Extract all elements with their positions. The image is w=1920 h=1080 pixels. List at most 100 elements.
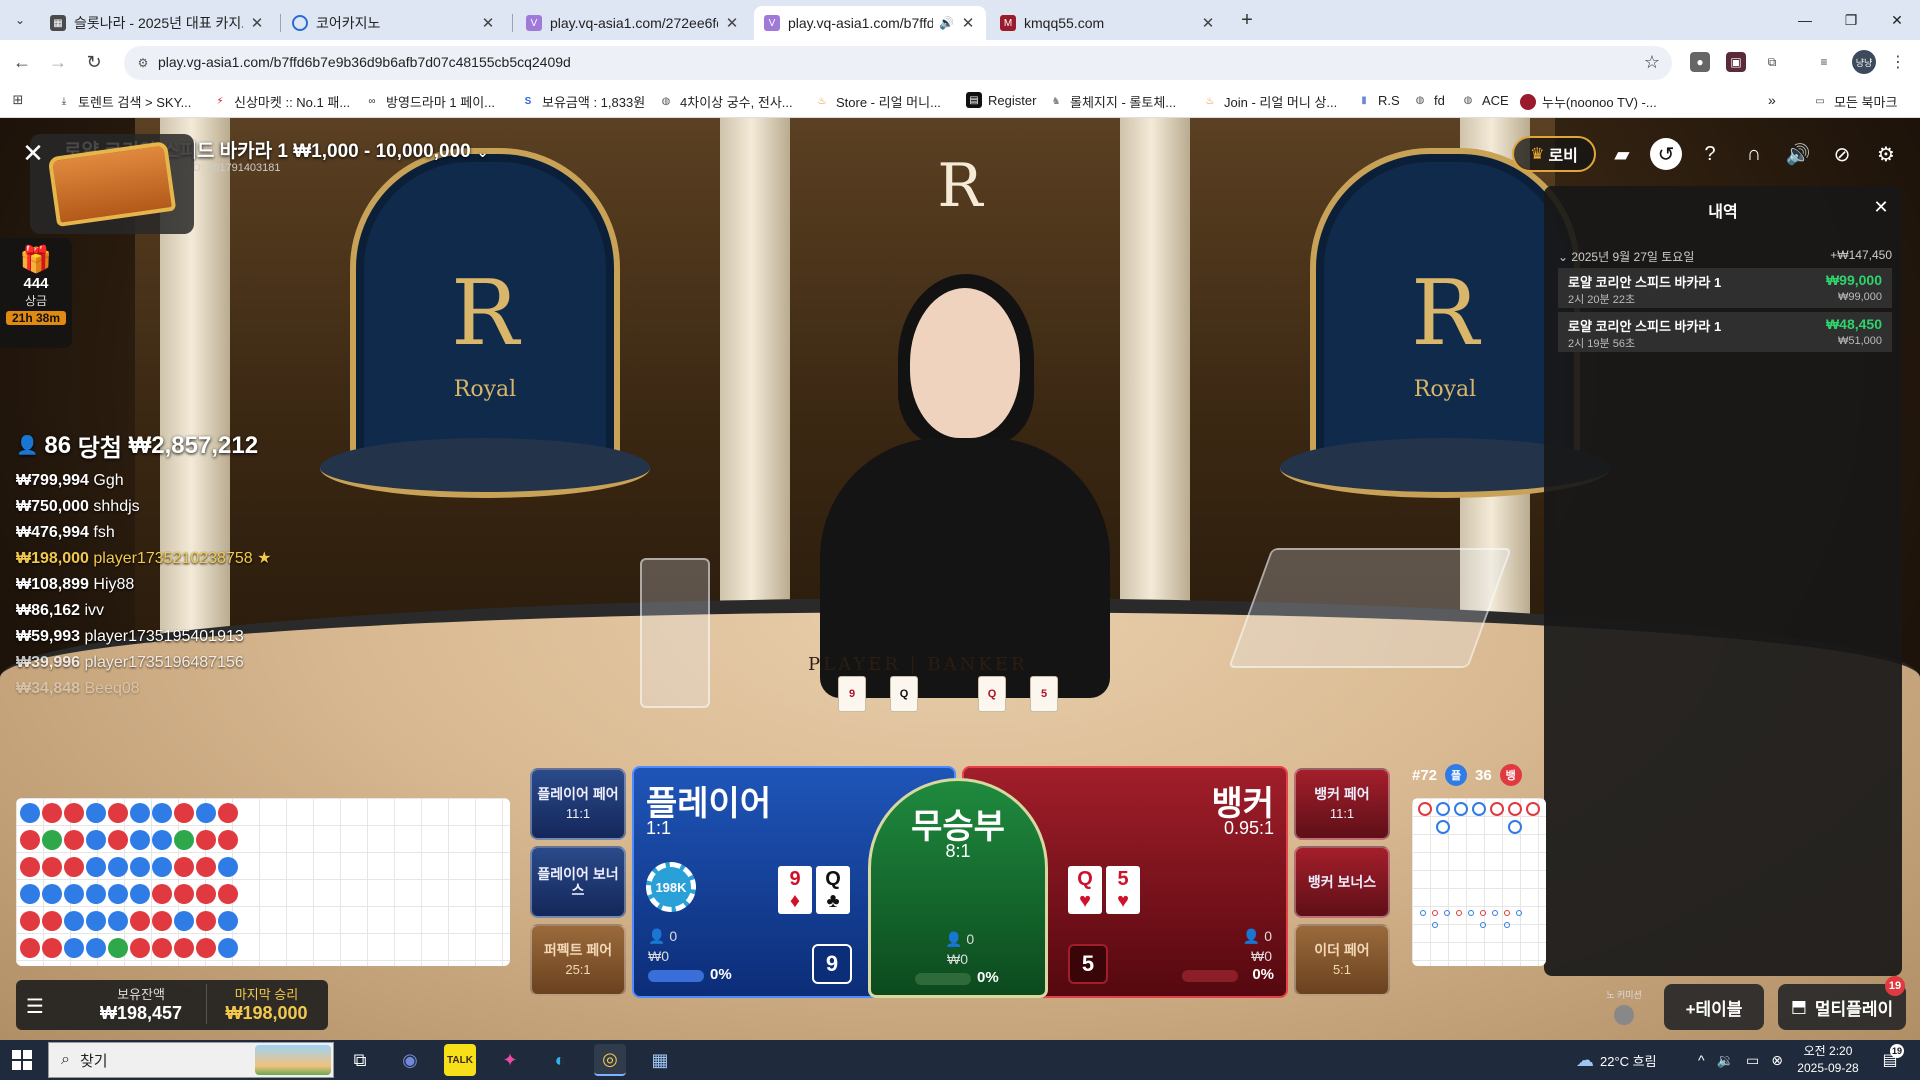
bookmark-3[interactable]: S 보유금액 : 1,833원 xyxy=(520,92,646,111)
bookmark-favicon-icon: ⚡ xyxy=(216,96,224,107)
tab-title: play.vq-asia1.com/b7ffd6b xyxy=(788,15,934,31)
network-icon[interactable]: ▭ xyxy=(1746,1052,1759,1069)
back-arrow-icon[interactable]: ← xyxy=(10,50,34,74)
bookmark-0[interactable]: ⤓ 토렌트 검색 > SKY... xyxy=(56,92,192,111)
banker-amount: ₩0 xyxy=(1251,948,1272,964)
settings-gear-icon[interactable]: ⚙ xyxy=(1870,138,1902,170)
bookmark-star-icon[interactable]: ☆ xyxy=(1644,52,1660,73)
tab-search-chevron-icon[interactable]: ⌄ xyxy=(8,8,32,32)
road-bead xyxy=(130,938,150,958)
bookmark-1[interactable]: ⚡ 신상마켓 :: No.1 패... xyxy=(212,92,350,111)
history-icon[interactable]: ↺ xyxy=(1650,138,1682,170)
chat-icon[interactable]: ▰ xyxy=(1606,138,1638,170)
media-control-icon[interactable]: ≡ xyxy=(1814,52,1834,72)
volume-icon[interactable]: 🔊 xyxy=(1782,138,1814,170)
close-game-icon[interactable]: ✕ xyxy=(20,138,46,168)
all-bookmarks[interactable]: ▭ 모든 북마크 xyxy=(1812,92,1897,111)
copilot-icon[interactable]: ✦ xyxy=(494,1044,526,1076)
reload-icon[interactable]: ↻ xyxy=(82,50,106,74)
more-bookmarks-icon[interactable]: » xyxy=(1768,92,1776,108)
balance-value: ₩198,457 xyxy=(99,1003,183,1023)
history-item[interactable]: 로얄 코리안 스피드 바카라 1 ₩48,450 2시 19분 56초 ₩51,00… xyxy=(1558,312,1892,352)
bookmarks-bar: ⊞ ⤓ 토렌트 검색 > SKY... ⚡ 신상마켓 :: No.1 패... ∞ 방… xyxy=(0,84,1920,118)
bookmark-6[interactable]: ▤ Register xyxy=(966,92,1036,108)
player-pair-bet[interactable]: 플레이어 페어 11:1 xyxy=(530,768,626,840)
tab-close-icon[interactable]: ✕ xyxy=(960,14,976,32)
tab-close-icon[interactable]: ✕ xyxy=(724,14,740,32)
gift-label: 상금 xyxy=(24,294,48,308)
extension-icon[interactable]: ● xyxy=(1690,52,1710,72)
prize-gift-widget[interactable]: 🎁 444 상금 21h 38m xyxy=(0,238,72,348)
no-commission-toggle[interactable]: 노 커미션 xyxy=(1602,988,1646,1025)
tie-bet-spot[interactable]: 무승부 8:1 👤 0 ₩0 0% xyxy=(868,778,1048,998)
history-date-group[interactable]: ⌄ 2025년 9월 27일 토요일 +₩147,450 xyxy=(1558,248,1892,265)
kakaotalk-icon[interactable]: TALK xyxy=(444,1044,476,1076)
help-icon[interactable]: ? xyxy=(1694,138,1726,170)
headset-icon[interactable]: ∩ xyxy=(1738,138,1770,170)
forward-arrow-icon[interactable]: → xyxy=(46,50,70,74)
banker-bonus-bet[interactable]: 뱅커 보너스 xyxy=(1294,846,1390,918)
browser-menu-icon[interactable]: ⋮ xyxy=(1888,52,1908,72)
browser-tab-kmqq55[interactable]: M kmqq55.com ✕ xyxy=(990,6,1226,40)
browser-tab-vq-asia-1[interactable]: V play.vq-asia1.com/272ee6fd3a ✕ xyxy=(516,6,750,40)
tie-bettors: 0 xyxy=(966,931,975,947)
bookmark-4[interactable]: ◍ 4차이상 궁수, 전사... xyxy=(658,92,793,111)
history-date-total: +₩147,450 xyxy=(1830,248,1892,262)
tab-close-icon[interactable]: ✕ xyxy=(249,14,265,32)
new-tab-plus-icon[interactable]: + xyxy=(1235,8,1259,32)
lobby-button[interactable]: ♛ 로비 xyxy=(1512,136,1596,172)
browser-tab-vq-asia-2-active[interactable]: V play.vq-asia1.com/b7ffd6b 🔊 ✕ xyxy=(754,6,986,40)
discord-icon[interactable]: ◉ xyxy=(394,1044,426,1076)
tab-close-icon[interactable]: ✕ xyxy=(1200,14,1216,32)
bookmark-8[interactable]: ♨ Join - 리얼 머니 상... xyxy=(1202,92,1338,111)
clock[interactable]: 오전 2:20 2025-09-28 xyxy=(1788,1043,1868,1077)
notification-icon[interactable]: ▤ 19 xyxy=(1880,1044,1904,1070)
windows-start-icon[interactable] xyxy=(12,1050,32,1070)
big-roadmap[interactable] xyxy=(1412,798,1546,966)
add-table-button[interactable]: +테이블 xyxy=(1664,984,1764,1030)
extensions-puzzle-icon[interactable]: ⧉ xyxy=(1762,52,1782,72)
address-bar[interactable]: ⚙ play.vg-asia1.com/b7ffd6b7e9b36d9b6afb… xyxy=(124,46,1672,80)
bead-roadmap[interactable] xyxy=(16,798,510,966)
calculator-icon[interactable]: ▦ xyxy=(644,1044,676,1076)
perfect-pair-bet[interactable]: 퍼펙트 페어 25:1 xyxy=(530,924,626,996)
bookmark-5[interactable]: ♨ Store - 리얼 머니... xyxy=(814,92,941,111)
road-bead xyxy=(20,884,40,904)
minimize-icon[interactable]: — xyxy=(1790,8,1820,32)
bookmark-11[interactable]: ◍ ACE xyxy=(1460,92,1509,108)
bookmark-favicon-icon: ∞ xyxy=(368,96,376,107)
site-info-icon[interactable]: ⚙ xyxy=(134,54,152,72)
road-bead xyxy=(42,803,62,823)
chip-stack-icon[interactable]: ☰ xyxy=(26,994,44,1019)
bookmark-2[interactable]: ∞ 방영드라마 1 페이... xyxy=(364,92,495,111)
history-close-icon[interactable]: ✕ xyxy=(1870,196,1892,218)
player-bonus-bet[interactable]: 플레이어 보너스 xyxy=(530,846,626,918)
profile-avatar[interactable]: 냥냥 xyxy=(1852,50,1876,74)
bookmark-9[interactable]: ▮ R.S xyxy=(1356,92,1399,108)
either-pair-bet[interactable]: 이더 페어 5:1 xyxy=(1294,924,1390,996)
extension-icon[interactable]: ▣ xyxy=(1726,52,1746,72)
bookmark-10[interactable]: ◍ fd xyxy=(1412,92,1445,108)
edge-icon[interactable]: ◐ xyxy=(544,1044,576,1076)
restore-icon[interactable]: ❐ xyxy=(1836,8,1866,32)
tab-close-icon[interactable]: ✕ xyxy=(480,14,496,32)
window-close-icon[interactable]: ✕ xyxy=(1882,8,1912,32)
history-item[interactable]: 로얄 코리안 스피드 바카라 1 ₩99,000 2시 20분 22초 ₩99,00… xyxy=(1558,268,1892,308)
video-off-icon[interactable]: ⊘ xyxy=(1826,138,1858,170)
browser-tab-slotnara[interactable]: ▦ 슬롯나라 - 2025년 대표 카지노 ✕ xyxy=(40,6,275,40)
weather-widget[interactable]: ☁ 22°C 흐림 xyxy=(1576,1040,1657,1080)
chrome-icon[interactable]: ◎ xyxy=(594,1044,626,1076)
browser-tab-core-casino[interactable]: 코어카지노 ✕ xyxy=(282,6,506,40)
apps-grid-icon[interactable]: ⊞ xyxy=(10,92,32,108)
treasure-chest-promo[interactable] xyxy=(30,134,194,234)
volume-icon[interactable]: 🔉 xyxy=(1717,1052,1734,1069)
taskbar-search[interactable]: ⌕ 찾기 xyxy=(48,1042,334,1078)
tray-expand-icon[interactable]: ^ xyxy=(1698,1052,1705,1068)
tab-audio-icon[interactable]: 🔊 xyxy=(939,16,954,30)
bookmark-7[interactable]: ♞ 롤체지지 - 롤토체... xyxy=(1048,92,1177,111)
placed-chip[interactable]: 198K xyxy=(646,862,696,912)
bookmark-12[interactable]: 누누(noonoo TV) -... xyxy=(1520,92,1657,111)
input-mode-icon[interactable]: ⊗ xyxy=(1771,1052,1783,1069)
task-view-icon[interactable]: ⧉ xyxy=(344,1044,376,1076)
banker-pair-bet[interactable]: 뱅커 페어 11:1 xyxy=(1294,768,1390,840)
